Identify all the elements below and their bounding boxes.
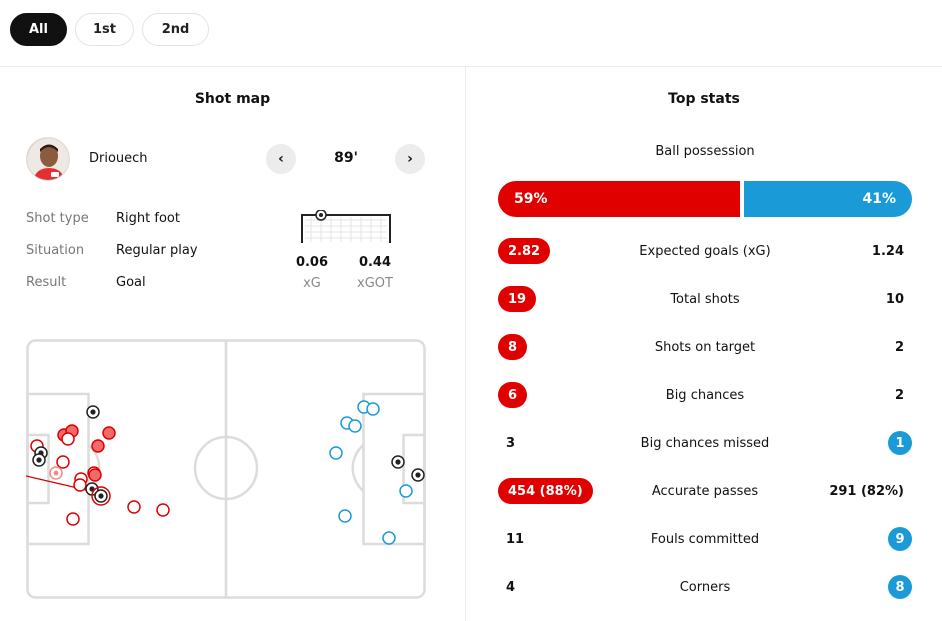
- possession-home: 59%: [498, 181, 740, 217]
- home-shot-marker[interactable]: [127, 500, 141, 514]
- panel-divider: [465, 67, 466, 621]
- stat-name: Corners: [679, 580, 731, 595]
- xgot-value: 0.44: [358, 255, 392, 270]
- xgot-label: xGOT: [357, 276, 393, 291]
- player-name[interactable]: Driouech: [89, 151, 148, 166]
- stat-row: 11 Fouls committed 9: [498, 526, 912, 554]
- stat-row: 3 Big chances missed 1: [498, 430, 912, 458]
- home-shot-on-target-marker[interactable]: [102, 426, 116, 440]
- next-shot-button[interactable]: ›: [395, 144, 425, 174]
- chevron-left-icon: ‹: [278, 151, 284, 167]
- away-shot-marker[interactable]: [348, 419, 362, 433]
- shot-minute: 89': [334, 150, 358, 166]
- stat-away-value: 9: [888, 526, 912, 552]
- stat-away-text: 8: [888, 575, 912, 599]
- home-shot-marker[interactable]: [156, 503, 170, 517]
- ball-icon: [395, 459, 401, 465]
- home-shot-marker[interactable]: [73, 478, 87, 492]
- stat-away-text: 1: [888, 431, 912, 455]
- away-shot-marker[interactable]: [329, 446, 343, 460]
- ball-icon: [53, 470, 59, 476]
- shot-type-value: Right foot: [116, 211, 180, 226]
- ball-icon: [90, 409, 96, 415]
- stat-row: 19 Total shots 10: [498, 286, 912, 314]
- possession-bar: 59% 41%: [498, 181, 912, 217]
- stat-name: Big chances: [665, 388, 745, 403]
- home-shot-marker[interactable]: [56, 455, 70, 469]
- home-shot-marker[interactable]: [66, 512, 80, 526]
- stat-away-text: 9: [888, 527, 912, 551]
- stat-name: Shots on target: [654, 340, 756, 355]
- stat-away-value: 1.24: [872, 238, 912, 264]
- xg-label: xG: [303, 276, 321, 291]
- possession-label: Ball possession: [655, 144, 755, 159]
- ball-icon: [36, 457, 42, 463]
- stat-away-value: 10: [886, 286, 912, 312]
- tab-1st[interactable]: 1st: [75, 13, 134, 46]
- stat-name: Fouls committed: [650, 532, 760, 547]
- home-shot-on-target-marker[interactable]: [88, 468, 102, 482]
- header-divider: [0, 66, 942, 67]
- ball-icon: [415, 472, 421, 478]
- stat-name: Expected goals (xG): [639, 244, 771, 259]
- result-value: Goal: [116, 275, 146, 290]
- stat-row: 6 Big chances 2: [498, 382, 912, 410]
- tab-all[interactable]: All: [10, 13, 67, 46]
- situation-label: Situation: [26, 243, 85, 258]
- stat-away-text: 2: [894, 339, 904, 355]
- stat-away-text: 2: [894, 387, 904, 403]
- home-shot-marker[interactable]: [61, 432, 75, 446]
- result-label: Result: [26, 275, 67, 290]
- ball-icon: [98, 493, 104, 499]
- stat-name: Total shots: [670, 292, 740, 307]
- xg-value: 0.06: [295, 255, 329, 270]
- shot-map-pitch: [26, 339, 426, 599]
- stat-row: 2.82 Expected goals (xG) 1.24: [498, 238, 912, 266]
- stat-away-text: 291 (82%): [829, 483, 904, 499]
- away-shot-marker[interactable]: [338, 509, 352, 523]
- possession-away: 41%: [744, 181, 912, 217]
- stat-name: Big chances missed: [640, 436, 770, 451]
- away-shot-marker[interactable]: [399, 484, 413, 498]
- stat-away-text: 10: [885, 291, 904, 307]
- shot-type-label: Shot type: [26, 211, 89, 226]
- away-shot-marker[interactable]: [366, 402, 380, 416]
- player-avatar: [26, 137, 70, 181]
- away-shot-marker[interactable]: [382, 531, 396, 545]
- stat-row: 4 Corners 8: [498, 574, 912, 602]
- tab-2nd[interactable]: 2nd: [142, 13, 209, 46]
- chevron-right-icon: ›: [407, 151, 413, 167]
- top-stats-title: Top stats: [668, 91, 740, 107]
- stat-away-text: 1.24: [871, 243, 904, 259]
- stat-away-value: 1: [888, 430, 912, 456]
- stat-away-value: 2: [895, 382, 912, 408]
- stat-row: 8 Shots on target 2: [498, 334, 912, 362]
- stat-away-value: 291 (82%): [829, 478, 912, 504]
- stat-away-value: 2: [895, 334, 912, 360]
- situation-value: Regular play: [116, 243, 198, 258]
- period-tabs: All 1st 2nd: [10, 13, 209, 46]
- home-shot-on-target-marker[interactable]: [91, 439, 105, 453]
- goal-frame-icon: [299, 209, 393, 244]
- previous-shot-button[interactable]: ‹: [266, 144, 296, 174]
- stat-row: 454 (88%) Accurate passes 291 (82%): [498, 478, 912, 506]
- stat-away-value: 8: [888, 574, 912, 600]
- shot-map-title: Shot map: [194, 91, 271, 107]
